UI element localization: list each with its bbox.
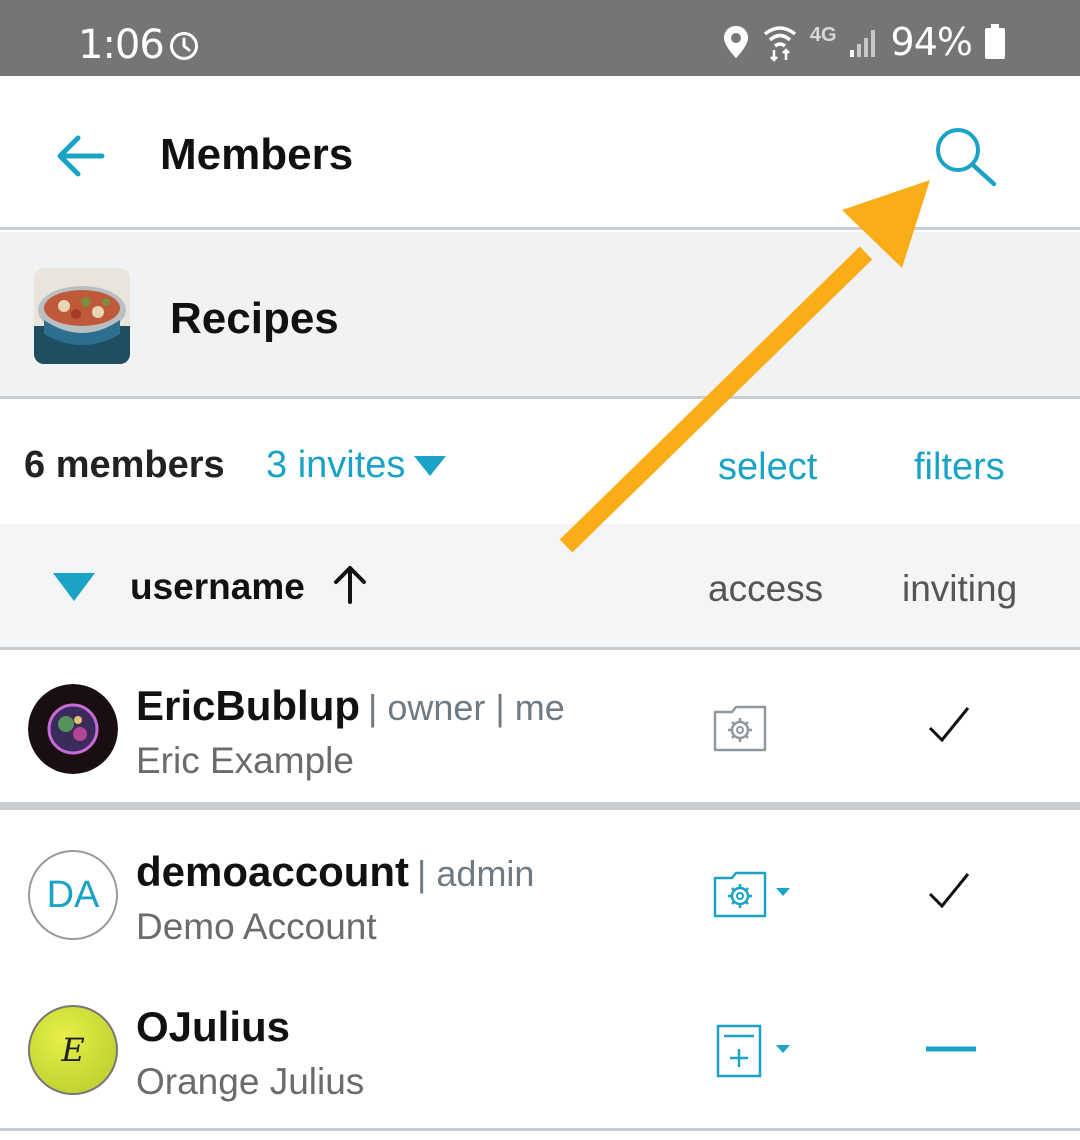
- sort-ascending-icon[interactable]: [330, 564, 370, 604]
- group-thumbnail-image: [34, 268, 130, 364]
- dash-icon: [926, 1046, 976, 1052]
- collapse-triangle-icon[interactable]: [52, 572, 96, 602]
- folder-gear-dropdown-icon[interactable]: [712, 868, 798, 920]
- member-row[interactable]: E OJulius Orange Julius: [0, 973, 1080, 1131]
- invites-label: 3 invites: [266, 444, 406, 486]
- member-username: demoaccount: [136, 848, 410, 895]
- search-icon[interactable]: [928, 124, 1004, 194]
- member-row[interactable]: EricBublup | owner | me Eric Example: [0, 652, 1080, 810]
- member-full-name: Orange Julius: [136, 1061, 365, 1102]
- select-button[interactable]: select: [718, 446, 817, 489]
- signal-icon: [849, 30, 875, 57]
- page-title: Members: [160, 130, 354, 179]
- group-name: Recipes: [170, 294, 339, 343]
- member-username: EricBublup: [136, 682, 361, 729]
- app-bar: Members: [0, 76, 1080, 230]
- battery-icon: [985, 24, 1005, 59]
- members-count: 6 members: [24, 444, 225, 486]
- member-username: OJulius: [136, 1003, 291, 1050]
- caret-down-icon: [414, 455, 447, 476]
- group-header[interactable]: Recipes: [0, 232, 1080, 399]
- status-bar: 1:06 4G 94%: [0, 0, 1080, 76]
- check-icon: [928, 707, 970, 743]
- folder-gear-icon[interactable]: [712, 702, 768, 754]
- column-access[interactable]: access: [708, 568, 823, 610]
- member-roles: | admin: [417, 853, 535, 894]
- avatar-initials: DA: [46, 873, 100, 916]
- avatar: [28, 684, 118, 774]
- member-roles: | owner | me: [368, 687, 565, 728]
- avatar-initials: E: [61, 1031, 85, 1069]
- location-icon: [723, 26, 748, 58]
- back-arrow-icon[interactable]: [50, 126, 110, 186]
- network-type: 4G: [809, 24, 837, 46]
- filters-button[interactable]: filters: [914, 446, 1005, 489]
- column-inviting[interactable]: inviting: [902, 568, 1017, 610]
- alarm-clock-icon: [170, 32, 198, 60]
- status-time: 1:06: [78, 22, 165, 68]
- doc-plus-dropdown-icon[interactable]: [712, 1023, 798, 1079]
- table-header: username access inviting: [0, 524, 1080, 650]
- member-full-name: Demo Account: [136, 906, 377, 947]
- check-icon: [928, 873, 970, 909]
- column-username[interactable]: username: [130, 566, 305, 608]
- wifi-icon: [763, 26, 796, 62]
- member-full-name: Eric Example: [136, 740, 354, 781]
- status-indicators: 4G 94%: [722, 20, 1006, 64]
- avatar: DA: [28, 850, 118, 940]
- invites-dropdown[interactable]: 3 invites: [266, 444, 447, 487]
- members-summary-bar: 6 members 3 invites select filters: [0, 402, 1080, 524]
- battery-percent: 94%: [890, 20, 973, 64]
- avatar: E: [28, 1005, 118, 1095]
- member-row[interactable]: DA demoaccount | admin Demo Account: [0, 818, 1080, 976]
